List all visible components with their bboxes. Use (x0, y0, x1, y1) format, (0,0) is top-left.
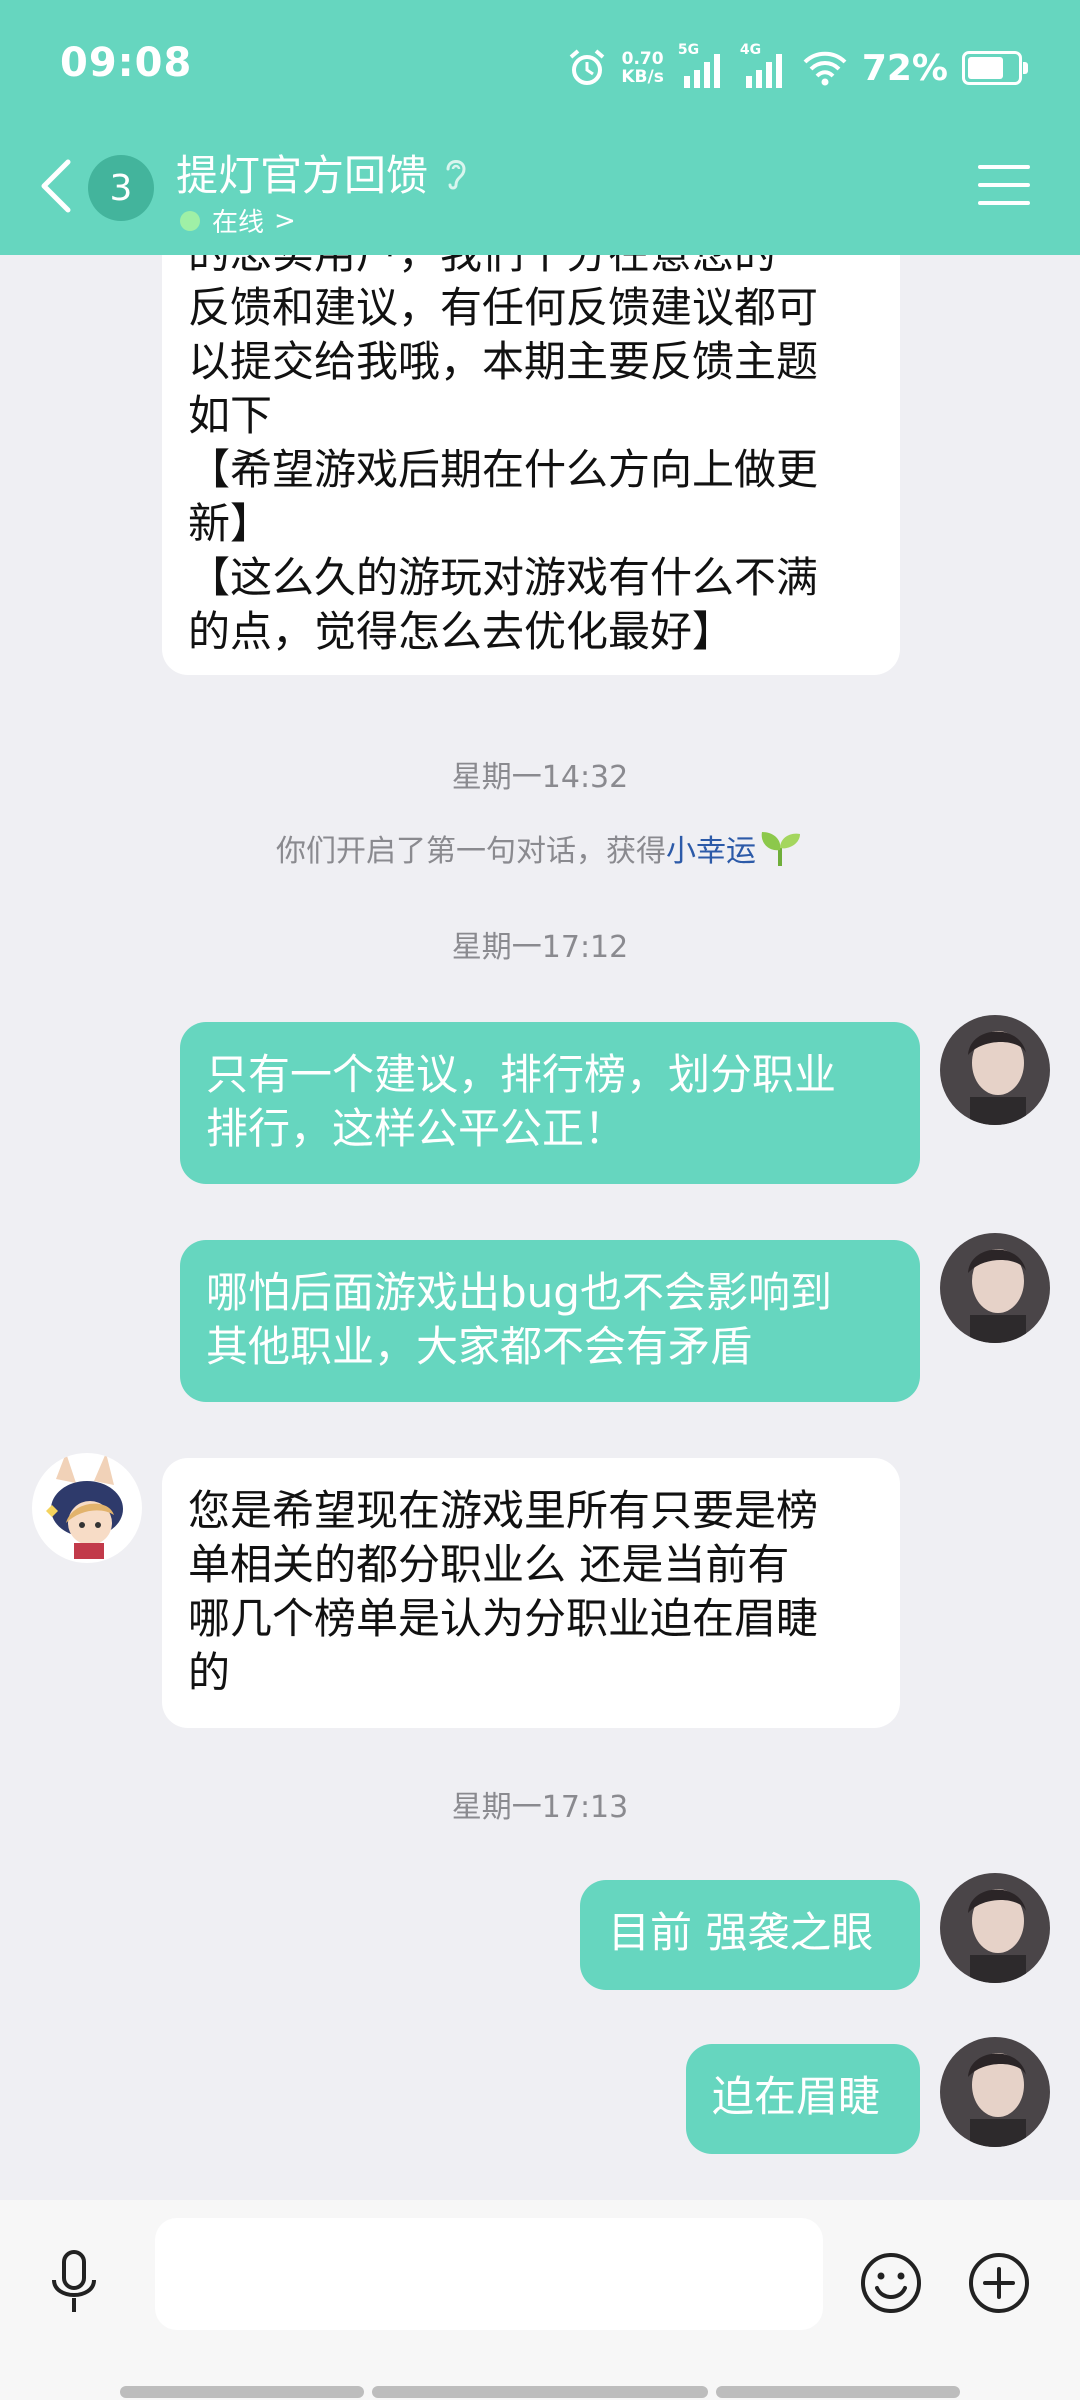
incoming-message-bubble[interactable]: 您是希望现在游戏里所有只要是榜 单相关的都分职业么 还是当前有 哪几个榜单是认为… (162, 1458, 900, 1728)
message-text-line: 【希望游戏后期在什么方向上做更 (188, 445, 819, 494)
gesture-bar (716, 2386, 960, 2398)
signal-4g-label: 4G (739, 42, 762, 58)
message-text: 迫在眉睫 (712, 2072, 881, 2121)
gesture-bar (120, 2386, 364, 2398)
user-avatar-image (940, 1873, 1050, 1983)
alarm-icon (570, 49, 605, 85)
mic-icon[interactable] (44, 2248, 104, 2318)
online-status[interactable]: 在线 > (180, 202, 296, 239)
outgoing-message-bubble[interactable]: 迫在眉睫 (686, 2044, 920, 2154)
battery-percent: 72% (861, 47, 948, 89)
message-timestamp: 星期一17:13 (451, 1790, 629, 1825)
system-notice-text: 你们开启了第一句对话，获得 (276, 834, 666, 869)
official-avatar-image (32, 1453, 142, 1563)
message-text-line: 只有一个建议，排行榜，划分职业 (206, 1050, 837, 1099)
message-text-line: 【这么久的游玩对游戏有什么不满 (188, 553, 819, 602)
online-dot (180, 210, 200, 231)
user-avatar-image (940, 2037, 1050, 2147)
status-time: 09:08 (60, 40, 193, 86)
battery-icon (962, 51, 1028, 85)
menu-icon[interactable] (978, 165, 1030, 205)
message-text-line: 新】 (188, 499, 273, 548)
chevron-right-icon: > (274, 205, 296, 236)
net-speed: 0.70 KB/s (621, 50, 663, 86)
user-avatar[interactable] (940, 1873, 1050, 1983)
plus-icon[interactable] (966, 2250, 1032, 2316)
message-timestamp: 星期一17:12 (451, 930, 629, 965)
signal-5g-label: 5G (677, 42, 700, 58)
ear-icon (446, 159, 466, 189)
message-text-line: 单相关的都分职业么 还是当前有 (188, 1540, 790, 1589)
chat-title-text: 提灯官方回馈 (176, 151, 429, 200)
menu-line (978, 165, 1030, 169)
menu-line (978, 183, 1030, 187)
message-list[interactable]: 的忠实用户，我们十分在意您的 反馈和建议，有任何反馈建议都可 以提交给我哦，本期… (0, 0, 1080, 2200)
user-avatar[interactable] (940, 1233, 1050, 1343)
message-text-line: 的 (188, 1648, 231, 1697)
message-text-line: 您是希望现在游戏里所有只要是榜 (188, 1486, 819, 1535)
incoming-message-bubble[interactable]: 的忠实用户，我们十分在意您的 反馈和建议，有任何反馈建议都可 以提交给我哦，本期… (162, 205, 900, 675)
wifi-icon (803, 51, 847, 86)
message-text-line: 如下 (188, 391, 273, 440)
message-text-line: 反馈和建议，有任何反馈建议都可 (188, 283, 819, 332)
message-text-line: 以提交给我哦，本期主要反馈主题 (188, 337, 819, 386)
online-status-text: 在线 (212, 208, 265, 238)
message-text-line: 哪几个榜单是认为分职业迫在眉睫 (188, 1594, 819, 1643)
user-avatar[interactable] (940, 1015, 1050, 1125)
emoji-icon[interactable] (858, 2250, 924, 2316)
system-notice: 你们开启了第一句对话，获得 小幸运 (0, 826, 1080, 870)
app-header: 09:08 0.70 KB/s 5G 4G 72% 3 提灯官方回馈 在线 > (0, 0, 1080, 255)
message-text-line: 排行，这样公平公正！ (206, 1104, 627, 1153)
user-avatar-image (940, 1233, 1050, 1343)
message-input[interactable] (155, 2218, 823, 2330)
unread-count-badge[interactable]: 3 (88, 155, 154, 221)
signal-5g: 5G (678, 42, 726, 90)
net-speed-value: 0.70 (621, 49, 664, 69)
gesture-bar (372, 2386, 708, 2398)
chat-screen: 的忠实用户，我们十分在意您的 反馈和建议，有任何反馈建议都可 以提交给我哦，本期… (0, 0, 1080, 2400)
chat-title[interactable]: 提灯官方回馈 (176, 142, 468, 203)
official-account-avatar[interactable] (32, 1453, 142, 1563)
status-icons: 0.70 KB/s 5G 4G 72% (553, 38, 1028, 98)
outgoing-message-bubble[interactable]: 目前 强袭之眼 (580, 1880, 920, 1990)
message-text-line: 其他职业，大家都不会有矛盾 (206, 1322, 753, 1371)
outgoing-message-bubble[interactable]: 哪怕后面游戏出bug也不会影响到 其他职业，大家都不会有矛盾 (180, 1240, 920, 1402)
lucky-link[interactable]: 小幸运 (666, 826, 756, 870)
user-avatar[interactable] (940, 2037, 1050, 2147)
user-avatar-image (940, 1015, 1050, 1125)
net-speed-unit: KB/s (621, 67, 664, 87)
sprout-icon (761, 832, 800, 866)
menu-line (978, 201, 1030, 205)
message-text: 目前 强袭之眼 (608, 1908, 874, 1957)
back-icon[interactable] (36, 156, 76, 216)
message-text-line: 的点，觉得怎么去优化最好】 (188, 607, 735, 656)
message-text-line: 哪怕后面游戏出bug也不会影响到 (206, 1268, 832, 1317)
signal-4g: 4G (740, 42, 788, 90)
message-timestamp: 星期一14:32 (451, 760, 629, 795)
outgoing-message-bubble[interactable]: 只有一个建议，排行榜，划分职业 排行，这样公平公正！ (180, 1022, 920, 1184)
